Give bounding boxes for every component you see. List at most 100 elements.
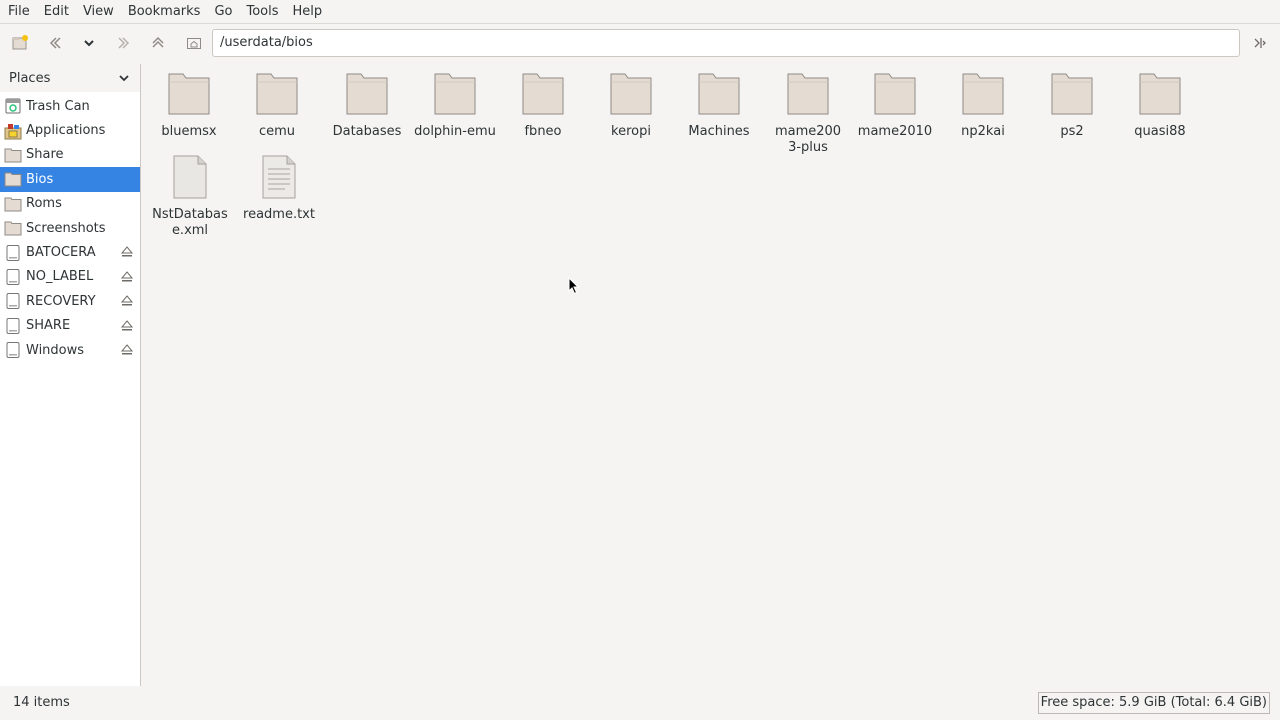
trash-icon — [3, 96, 23, 116]
file-label: fbneo — [524, 124, 562, 139]
sidebar-item-share[interactable]: Share — [0, 143, 140, 167]
folder-item[interactable]: dolphin-emu — [411, 72, 499, 140]
mouse-pointer-icon — [568, 277, 580, 295]
drive-icon — [3, 243, 23, 263]
chevron-down-icon — [84, 40, 94, 47]
folder-item[interactable]: keropi — [587, 72, 675, 140]
sidebar-item-label: BATOCERA — [26, 245, 96, 261]
file-label: ps2 — [1060, 124, 1084, 139]
back-button[interactable] — [42, 30, 68, 56]
menu-view[interactable]: View — [76, 0, 121, 23]
folder-item[interactable]: mame2010 — [851, 72, 939, 140]
text-file-icon — [262, 155, 296, 199]
home-folder-icon — [187, 38, 201, 49]
sidebar-item-label: Share — [26, 147, 64, 163]
drive-icon — [3, 267, 23, 287]
new-tab-icon — [12, 35, 28, 50]
sidebar-item-label: SHARE — [26, 318, 71, 334]
folder-item[interactable]: mame2003-plus — [764, 72, 852, 156]
sidebar-item-roms[interactable]: Roms — [0, 192, 140, 216]
sidebar-item-label: NO_LABEL — [26, 269, 94, 285]
sidebar-item-batocera[interactable]: BATOCERA — [0, 240, 140, 264]
menubar: File Edit View Bookmarks Go Tools Help — [0, 0, 1280, 23]
drive-icon — [3, 316, 23, 336]
menu-edit[interactable]: Edit — [37, 0, 76, 23]
file-label: quasi88 — [1134, 124, 1186, 139]
folder-item[interactable]: ps2 — [1028, 72, 1116, 140]
folder-item[interactable]: fbneo — [499, 72, 587, 140]
sidebar-item-label: Trash Can — [26, 98, 90, 114]
folder-item[interactable]: Databases — [323, 72, 411, 140]
folder-icon — [434, 73, 476, 115]
sidebar-item-bios[interactable]: Bios — [0, 167, 140, 192]
chevron-down-icon — [119, 75, 129, 82]
folder-icon — [962, 73, 1004, 115]
sidebar-item-applications[interactable]: Applications — [0, 118, 140, 142]
eject-icon[interactable] — [120, 245, 134, 259]
menu-help[interactable]: Help — [286, 0, 330, 23]
file-label: Databases — [332, 124, 402, 139]
file-label: NstDatabase.xml — [152, 207, 228, 238]
file-item[interactable]: readme.txt — [235, 155, 323, 223]
file-label: Machines — [688, 124, 750, 139]
file-label: mame2010 — [857, 124, 933, 139]
home-button[interactable] — [181, 30, 207, 56]
folder-icon — [874, 73, 916, 115]
file-label: keropi — [611, 124, 651, 139]
applications-icon — [3, 121, 23, 141]
sidebar-title: Places — [9, 70, 51, 86]
xml-file-icon — [173, 155, 207, 199]
sidebar-header[interactable]: Places — [0, 64, 140, 92]
drive-icon — [3, 340, 23, 360]
file-item[interactable]: NstDatabase.xml — [146, 155, 234, 239]
history-dropdown-button[interactable] — [76, 30, 102, 56]
sidebar-item-label: Windows — [26, 342, 85, 358]
path-mode-toggle-button[interactable] — [1247, 30, 1273, 56]
folder-icon — [1139, 73, 1181, 115]
statusbar: 14 items Free space: 5.9 GiB (Total: 6.4… — [0, 686, 1280, 720]
file-label: mame2003-plus — [774, 124, 842, 155]
file-view[interactable]: bluemsx cemu Databases dolphin-emu fbneo… — [141, 64, 1280, 686]
folder-item[interactable]: cemu — [233, 72, 321, 140]
folder-icon — [3, 218, 23, 238]
menu-bookmarks[interactable]: Bookmarks — [121, 0, 208, 23]
folder-item[interactable]: np2kai — [939, 72, 1027, 140]
sidebar-item-label: RECOVERY — [26, 293, 96, 309]
folder-icon — [168, 73, 210, 115]
sidebar-item-label: Roms — [26, 196, 62, 212]
folder-icon — [787, 73, 829, 115]
new-tab-button[interactable] — [7, 30, 33, 56]
eject-icon[interactable] — [120, 270, 134, 284]
sidebar-item-no-label[interactable]: NO_LABEL — [0, 265, 140, 289]
folder-icon — [698, 73, 740, 115]
sidebar-item-recovery[interactable]: RECOVERY — [0, 289, 140, 313]
sidebar: Places Trash Can Applications Share Bios… — [0, 64, 141, 686]
eject-icon[interactable] — [120, 294, 134, 308]
folder-item[interactable]: bluemsx — [145, 72, 233, 140]
up-arrow-icon — [152, 36, 164, 48]
parent-folder-button[interactable] — [145, 30, 171, 56]
folder-item[interactable]: quasi88 — [1116, 72, 1204, 140]
sidebar-item-label: Bios — [26, 171, 54, 187]
sidebar-item-screenshots[interactable]: Screenshots — [0, 216, 140, 240]
folder-icon — [1051, 73, 1093, 115]
file-label: readme.txt — [243, 207, 315, 222]
forward-button[interactable] — [111, 30, 137, 56]
menu-go[interactable]: Go — [207, 0, 239, 23]
sidebar-item-trash[interactable]: Trash Can — [0, 94, 140, 118]
eject-icon[interactable] — [120, 319, 134, 333]
sidebar-item-label: Screenshots — [26, 220, 106, 236]
file-label: bluemsx — [161, 124, 217, 139]
sidebar-item-share-drive[interactable]: SHARE — [0, 314, 140, 338]
location-bar[interactable]: /userdata/bios — [212, 29, 1240, 57]
drive-icon — [3, 291, 23, 311]
file-label: dolphin-emu — [414, 124, 496, 139]
folder-icon — [3, 169, 23, 189]
menu-tools[interactable]: Tools — [239, 0, 285, 23]
eject-icon[interactable] — [120, 343, 134, 357]
file-label: np2kai — [961, 124, 1005, 139]
folder-item[interactable]: Machines — [675, 72, 763, 140]
menu-file[interactable]: File — [0, 0, 37, 23]
sidebar-item-windows[interactable]: Windows — [0, 338, 140, 362]
free-space-indicator: Free space: 5.9 GiB (Total: 6.4 GiB) — [1037, 692, 1270, 714]
